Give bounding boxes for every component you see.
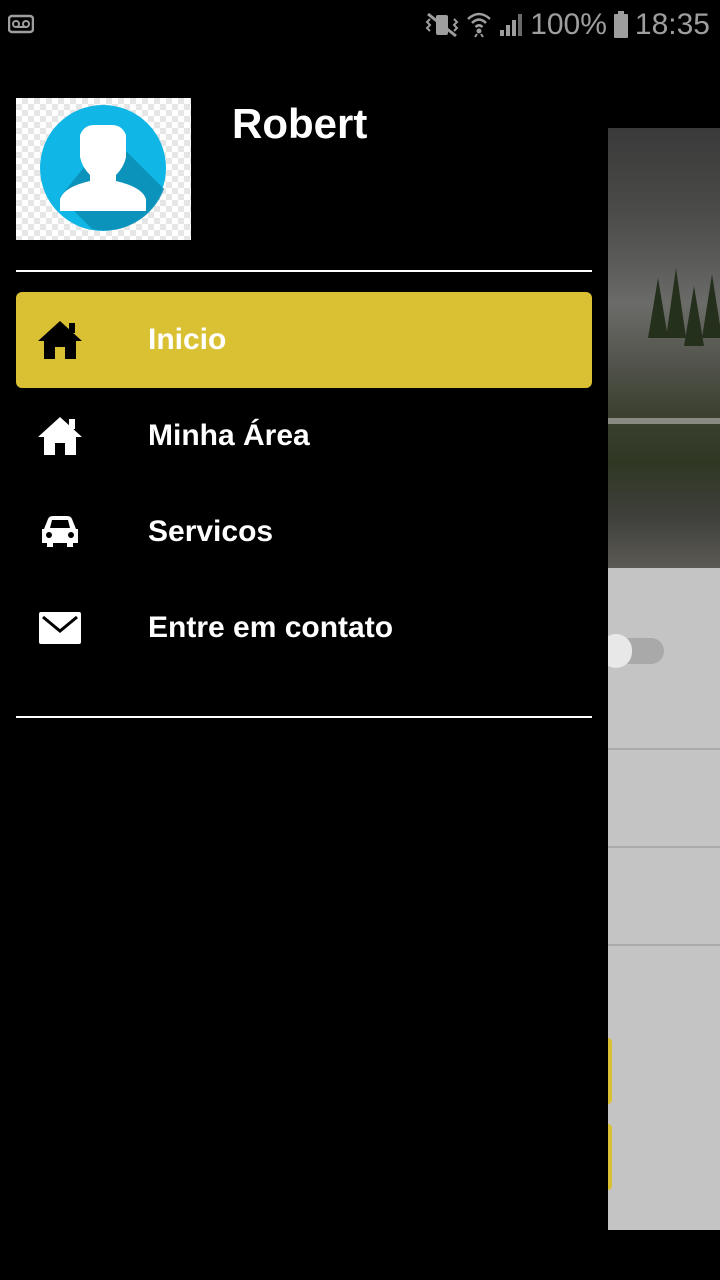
background-divider: [608, 944, 720, 946]
battery-percent: 100%: [530, 8, 607, 41]
hero-image: [608, 128, 720, 568]
status-bar: 100% 18:35: [0, 0, 720, 50]
menu-item-entre-em-contato[interactable]: Entre em contato: [16, 580, 592, 676]
mute-vibrate-icon: [424, 12, 460, 38]
menu-item-minha-area[interactable]: Minha Área: [16, 388, 592, 484]
user-name: Robert: [232, 100, 368, 147]
menu-item-inicio[interactable]: Inicio: [16, 292, 592, 388]
home-icon: [36, 412, 84, 460]
home-icon: [36, 316, 84, 364]
menu-item-servicos[interactable]: Servicos: [16, 484, 592, 580]
signal-icon: [498, 12, 524, 38]
default-user-avatar-icon: [40, 105, 166, 231]
voicemail-icon: [7, 14, 35, 39]
menu-item-label: Servicos: [148, 515, 274, 548]
navigation-drawer: Robert Inicio Minha Área Servicos Entre …: [0, 50, 608, 1280]
mail-icon: [36, 604, 84, 652]
background-divider: [608, 748, 720, 750]
menu-item-label: Minha Área: [148, 419, 310, 452]
battery-icon: [613, 11, 629, 39]
background-divider: [608, 846, 720, 848]
drawer-menu: Inicio Minha Área Servicos Entre em cont…: [16, 292, 592, 676]
clock: 18:35: [634, 8, 710, 41]
menu-item-label: Inicio: [148, 323, 227, 356]
divider: [16, 716, 592, 718]
avatar[interactable]: [16, 98, 191, 240]
car-icon: [36, 508, 84, 556]
background-content: [608, 568, 720, 1230]
wifi-icon: [466, 11, 492, 39]
menu-item-label: Entre em contato: [148, 611, 394, 644]
divider: [16, 270, 592, 272]
